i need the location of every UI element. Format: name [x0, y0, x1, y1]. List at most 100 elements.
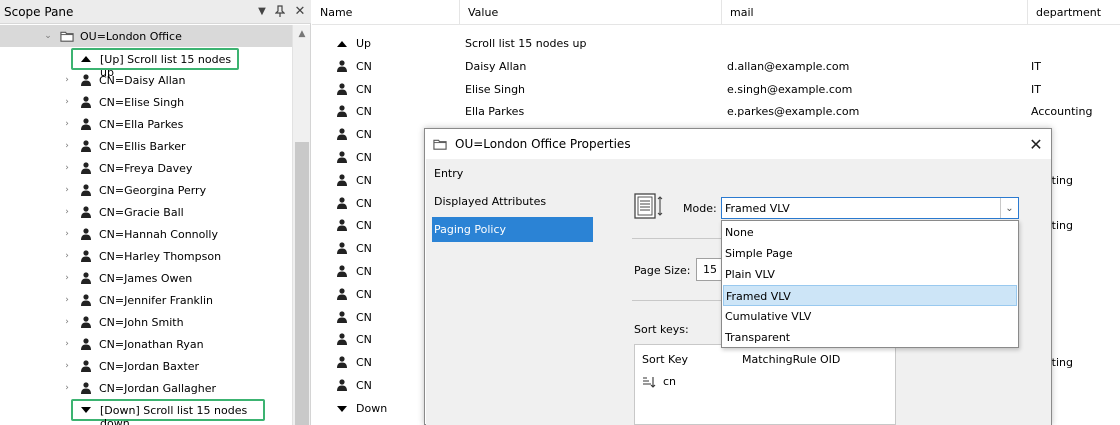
cell-name: CN	[356, 128, 372, 142]
triangle-up-icon	[335, 37, 349, 51]
nav-item-displayed-attributes[interactable]: Displayed Attributes	[432, 189, 593, 214]
user-icon	[79, 227, 93, 241]
option-simple-page[interactable]: Simple Page	[723, 243, 1017, 264]
chevron-right-icon[interactable]: ›	[62, 163, 72, 173]
close-icon[interactable]: ✕	[1025, 133, 1047, 155]
cell-value: Scroll list 15 nodes up	[465, 37, 587, 50]
tree-node-label: CN=Jonathan Ryan	[99, 337, 204, 351]
nav-item-entry[interactable]: Entry	[432, 161, 593, 186]
tree-node-label: CN=Jordan Baxter	[99, 359, 200, 373]
chevron-right-icon[interactable]: ›	[62, 75, 72, 85]
user-icon	[79, 73, 93, 87]
chevron-right-icon[interactable]: ›	[62, 383, 72, 393]
scope-pane: Scope Pane ▼ ✕ ⌄ OU=London Office [Up] S…	[0, 0, 311, 425]
chevron-right-icon[interactable]: ›	[62, 273, 72, 283]
user-icon	[335, 82, 349, 96]
cell-name: CN	[356, 310, 372, 324]
user-icon	[335, 241, 349, 255]
scroll-down-label: [Down] Scroll list 15 nodes down	[100, 404, 248, 425]
chevron-down-icon[interactable]: ⌄	[1000, 198, 1018, 218]
cell-name: CN	[356, 219, 372, 233]
scope-pane-header: Scope Pane ▼ ✕	[0, 0, 311, 24]
option-cumulative-vlv[interactable]: Cumulative VLV	[723, 306, 1017, 327]
tree-node-cn[interactable]: › CN=John Smith	[0, 311, 292, 333]
tree-node-cn[interactable]: › CN=Jordan Gallagher	[0, 377, 292, 399]
cell-name: CN	[356, 173, 372, 187]
chevron-right-icon[interactable]: ›	[62, 119, 72, 129]
tree-node-cn[interactable]: › CN=Jordan Baxter	[0, 355, 292, 377]
tree-node-cn[interactable]: › CN=Ella Parkes	[0, 113, 292, 135]
dialog-nav: Entry Displayed Attributes Paging Policy	[426, 159, 599, 425]
chevron-right-icon[interactable]: ›	[62, 251, 72, 261]
cell-name: CN	[356, 242, 372, 256]
table-row[interactable]: CN Ella Parkes e.parkes@example.com Account…	[312, 100, 1120, 123]
pin-icon[interactable]	[273, 4, 287, 18]
mode-dropdown-list: None Simple Page Plain VLV Framed VLV Cumula…	[721, 220, 1019, 348]
tree-node-cn[interactable]: › CN=Gracie Ball	[0, 201, 292, 223]
chevron-right-icon[interactable]: ›	[62, 317, 72, 327]
chevron-down-icon[interactable]: ⌄	[43, 31, 53, 41]
cell-department: IT	[1031, 59, 1041, 73]
tree-node-label: CN=Hannah Connolly	[99, 227, 218, 241]
tree-node-cn[interactable]: › CN=Jennifer Franklin	[0, 289, 292, 311]
option-none[interactable]: None	[723, 222, 1017, 243]
tree-node-label: CN=Ellis Barker	[99, 139, 186, 153]
chevron-right-icon[interactable]: ›	[62, 361, 72, 371]
cell-department: Accounting	[1031, 105, 1093, 119]
tree-node-cn[interactable]: › CN=Harley Thompson	[0, 245, 292, 267]
tree-node-cn[interactable]: › CN=James Owen	[0, 267, 292, 289]
scope-scrollbar[interactable]: ▲	[292, 25, 310, 425]
sort-key-row[interactable]: cn	[642, 373, 762, 391]
option-framed-vlv[interactable]: Framed VLV	[723, 285, 1017, 306]
separator	[632, 238, 722, 239]
user-icon	[335, 264, 349, 278]
column-header-department[interactable]: department	[1028, 0, 1120, 25]
chevron-right-icon[interactable]: ›	[62, 229, 72, 239]
scroll-down-node[interactable]: [Down] Scroll list 15 nodes down	[71, 399, 265, 425]
sort-ascending-icon	[642, 375, 656, 389]
chevron-right-icon[interactable]: ›	[62, 295, 72, 305]
chevron-right-icon[interactable]: ›	[62, 185, 72, 195]
sort-keys-table: Sort Key MatchingRule OID cn	[634, 344, 896, 425]
chevron-right-icon[interactable]: ›	[62, 339, 72, 349]
table-row[interactable]: CN Elise Singh e.singh@example.com IT	[312, 78, 1120, 101]
tree-node-cn[interactable]: › CN=Freya Davey	[0, 157, 292, 179]
dropdown-icon[interactable]: ▼	[255, 4, 269, 18]
cell-mail: e.singh@example.com	[727, 82, 853, 96]
cell-name: CN	[356, 59, 372, 73]
scope-pane-title: Scope Pane	[4, 5, 74, 19]
tree-node-label: OU=London Office	[80, 29, 182, 43]
mode-select[interactable]: Framed VLV ⌄	[721, 197, 1019, 219]
sort-keys-label: Sort keys:	[634, 323, 689, 336]
scroll-up-arrow-icon[interactable]: ▲	[293, 25, 311, 42]
column-header-name[interactable]: Name	[312, 0, 460, 25]
scrollbar-thumb[interactable]	[295, 142, 309, 425]
table-row[interactable]: CN Daisy Allan d.allan@example.com IT	[312, 55, 1120, 78]
tree-node-cn[interactable]: › CN=Elise Singh	[0, 91, 292, 113]
tree-node-ou[interactable]: ⌄ OU=London Office	[0, 25, 292, 47]
tree-node-cn[interactable]: › CN=Daisy Allan	[0, 69, 292, 91]
chevron-right-icon[interactable]: ›	[62, 141, 72, 151]
nav-item-paging-policy[interactable]: Paging Policy	[432, 217, 593, 242]
dialog-title-bar[interactable]: OU=London Office Properties ✕	[425, 129, 1051, 159]
option-plain-vlv[interactable]: Plain VLV	[723, 264, 1017, 285]
close-icon[interactable]: ✕	[293, 4, 307, 19]
scroll-up-node[interactable]: [Up] Scroll list 15 nodes up	[71, 48, 239, 79]
cell-value: Daisy Allan	[465, 59, 527, 73]
chevron-right-icon[interactable]: ›	[62, 97, 72, 107]
tree-node-cn[interactable]: › CN=Jonathan Ryan	[0, 333, 292, 355]
table-row[interactable]: Up Scroll list 15 nodes up	[312, 32, 1120, 55]
sort-column-header-sort-key[interactable]: Sort Key	[642, 353, 688, 366]
column-header-value[interactable]: Value	[460, 0, 722, 25]
cell-name: CN	[356, 82, 372, 96]
sort-column-header-matching-rule[interactable]: MatchingRule OID	[742, 353, 840, 366]
user-icon	[79, 293, 93, 307]
tree-node-cn[interactable]: › CN=Georgina Perry	[0, 179, 292, 201]
chevron-right-icon[interactable]: ›	[62, 207, 72, 217]
paging-policy-icon	[634, 193, 666, 219]
option-transparent[interactable]: Transparent	[723, 327, 1017, 348]
tree-node-cn[interactable]: › CN=Hannah Connolly	[0, 223, 292, 245]
tree-node-label: CN=Elise Singh	[99, 95, 185, 109]
tree-node-cn[interactable]: › CN=Ellis Barker	[0, 135, 292, 157]
column-header-mail[interactable]: mail	[722, 0, 1028, 25]
